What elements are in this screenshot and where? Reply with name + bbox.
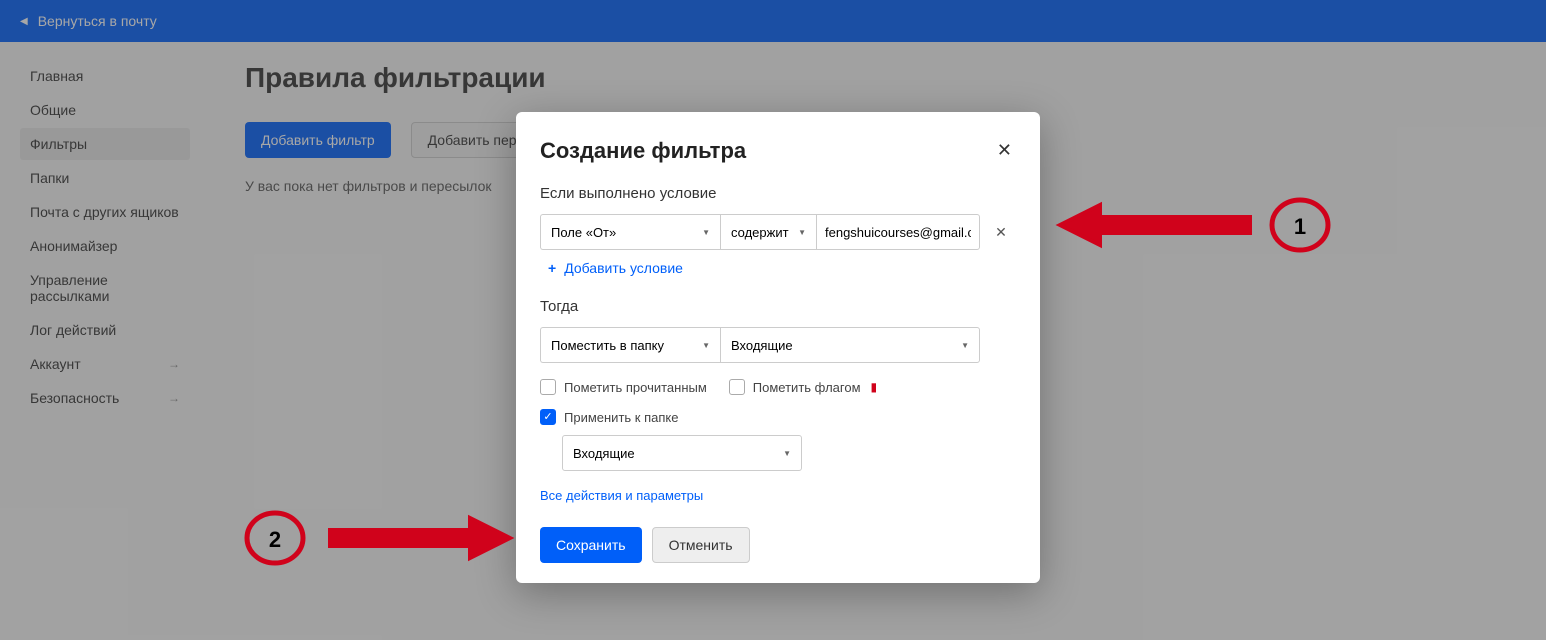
chevron-down-icon: ▼ — [702, 228, 710, 237]
condition-field-select[interactable]: Поле «От» ▼ — [540, 214, 720, 250]
action-folder-value: Входящие — [731, 338, 793, 353]
apply-folder-select[interactable]: Входящие ▼ — [562, 435, 802, 471]
apply-folder-value: Входящие — [573, 446, 635, 461]
remove-condition-button[interactable]: ✕ — [990, 221, 1012, 243]
apply-to-folder-label: Применить к папке — [564, 410, 678, 425]
checkbox-checked-icon: ✓ — [540, 409, 556, 425]
mark-read-label: Пометить прочитанным — [564, 380, 707, 395]
checkbox-icon — [729, 379, 745, 395]
modal-title: Создание фильтра — [540, 138, 746, 164]
chevron-down-icon: ▼ — [783, 449, 791, 458]
condition-row: Поле «От» ▼ содержит ▼ ✕ — [540, 214, 1016, 250]
condition-value-input[interactable] — [816, 214, 980, 250]
save-button[interactable]: Сохранить — [540, 527, 642, 563]
condition-heading: Если выполнено условие — [540, 185, 1016, 202]
add-condition-button[interactable]: + Добавить условие — [548, 260, 683, 276]
action-row: Поместить в папку ▼ Входящие ▼ — [540, 327, 1016, 363]
flag-icon: ▮ — [871, 380, 878, 394]
chevron-down-icon: ▼ — [702, 341, 710, 350]
action-type-value: Поместить в папку — [551, 338, 664, 353]
cancel-button[interactable]: Отменить — [652, 527, 750, 563]
close-modal-button[interactable]: ✕ — [993, 136, 1016, 165]
condition-operator-select[interactable]: содержит ▼ — [720, 214, 816, 250]
add-condition-label: Добавить условие — [564, 260, 683, 276]
checkbox-icon — [540, 379, 556, 395]
action-folder-select[interactable]: Входящие ▼ — [720, 327, 980, 363]
close-icon: ✕ — [995, 224, 1007, 241]
apply-to-folder-checkbox[interactable]: ✓ Применить к папке — [540, 409, 1016, 425]
mark-flag-label: Пометить флагом — [753, 380, 861, 395]
close-icon: ✕ — [997, 140, 1012, 160]
condition-operator-value: содержит — [731, 225, 789, 240]
all-actions-link[interactable]: Все действия и параметры — [540, 488, 703, 503]
create-filter-modal: Создание фильтра ✕ Если выполнено услови… — [516, 112, 1040, 583]
chevron-down-icon: ▼ — [798, 228, 806, 237]
condition-field-value: Поле «От» — [551, 225, 616, 240]
action-type-select[interactable]: Поместить в папку ▼ — [540, 327, 720, 363]
mark-flag-checkbox[interactable]: Пометить флагом ▮ — [729, 379, 877, 395]
then-heading: Тогда — [540, 298, 1016, 315]
chevron-down-icon: ▼ — [961, 341, 969, 350]
mark-read-checkbox[interactable]: Пометить прочитанным — [540, 379, 707, 395]
plus-icon: + — [548, 260, 556, 276]
